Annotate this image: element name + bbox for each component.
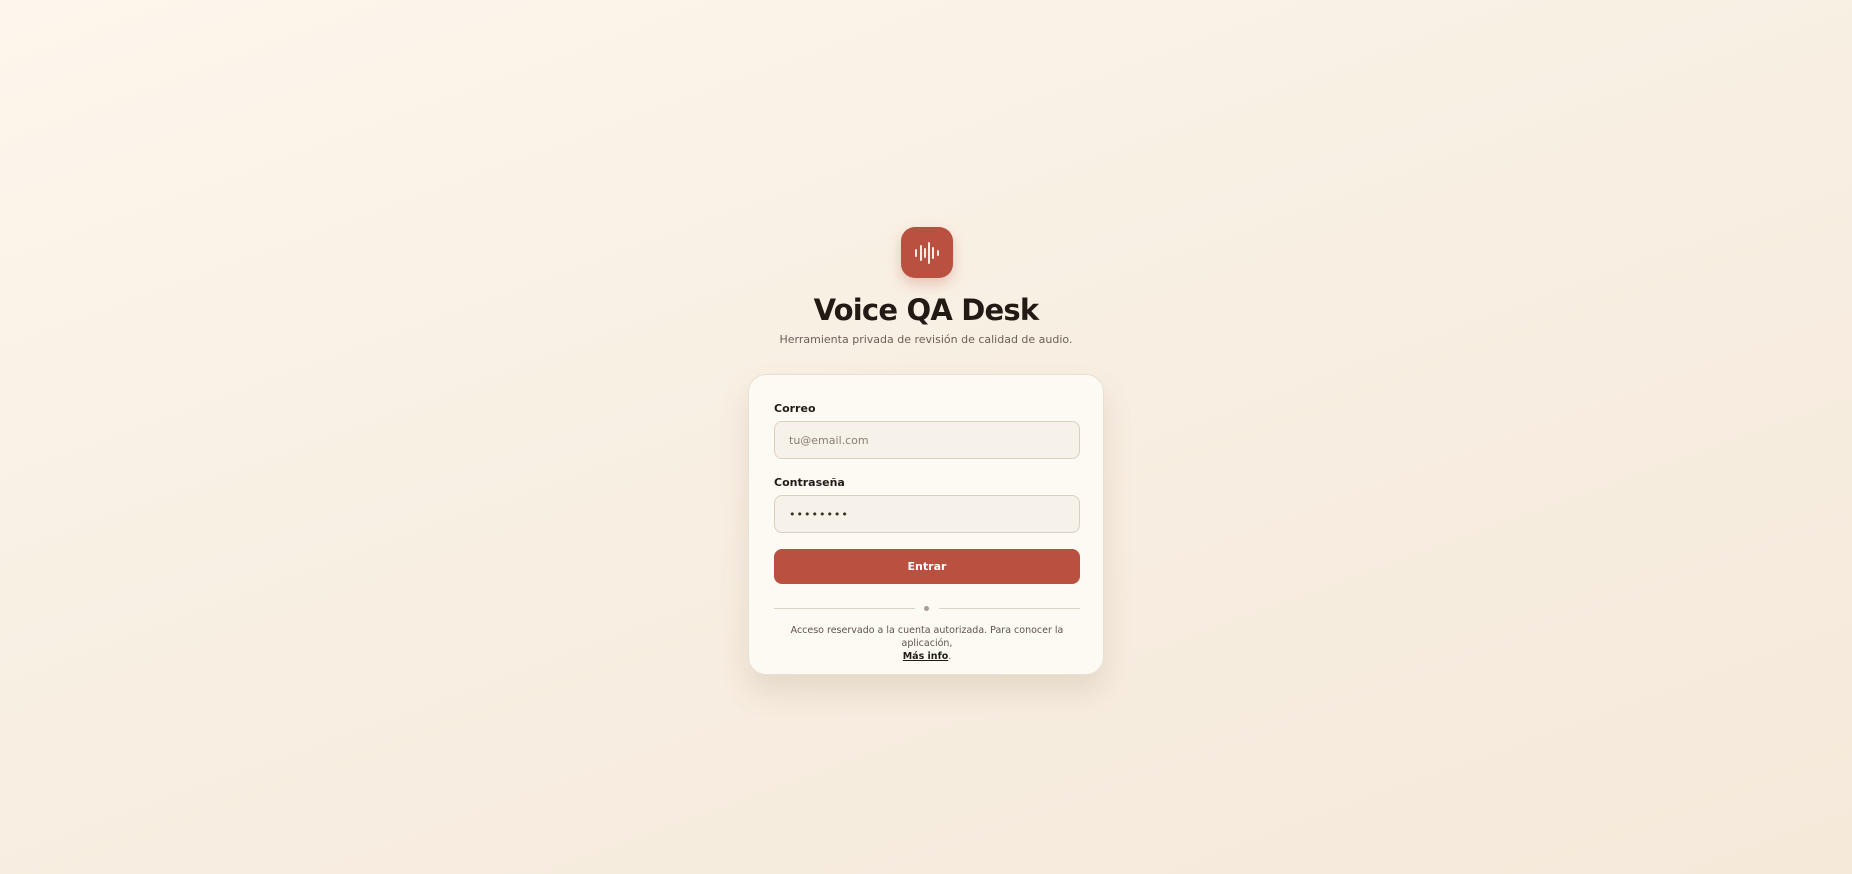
access-notice-text: Acceso reservado a la cuenta autorizada.… bbox=[790, 625, 1064, 649]
login-card: Correo Contraseña Entrar Acceso reservad… bbox=[748, 374, 1104, 675]
divider-dot bbox=[924, 606, 929, 611]
password-field[interactable] bbox=[774, 495, 1080, 533]
page-title: Voice QA Desk bbox=[813, 293, 1040, 327]
divider bbox=[774, 605, 1080, 612]
email-field[interactable] bbox=[774, 421, 1080, 459]
email-label: Correo bbox=[774, 402, 816, 415]
login-page: Voice QA Desk Herramienta privada de rev… bbox=[0, 0, 1852, 874]
access-notice: Acceso reservado a la cuenta autorizada.… bbox=[767, 624, 1087, 663]
audio-waveform-icon bbox=[915, 241, 939, 264]
page-subtitle: Herramienta privada de revisión de calid… bbox=[779, 333, 1073, 346]
password-label: Contraseña bbox=[774, 476, 845, 489]
login-button[interactable]: Entrar bbox=[774, 549, 1080, 584]
divider-line-left bbox=[774, 608, 915, 609]
more-info-link[interactable]: Más info bbox=[903, 651, 949, 662]
app-logo bbox=[901, 227, 953, 278]
divider-line-right bbox=[939, 608, 1080, 609]
notice-period: . bbox=[948, 651, 952, 662]
